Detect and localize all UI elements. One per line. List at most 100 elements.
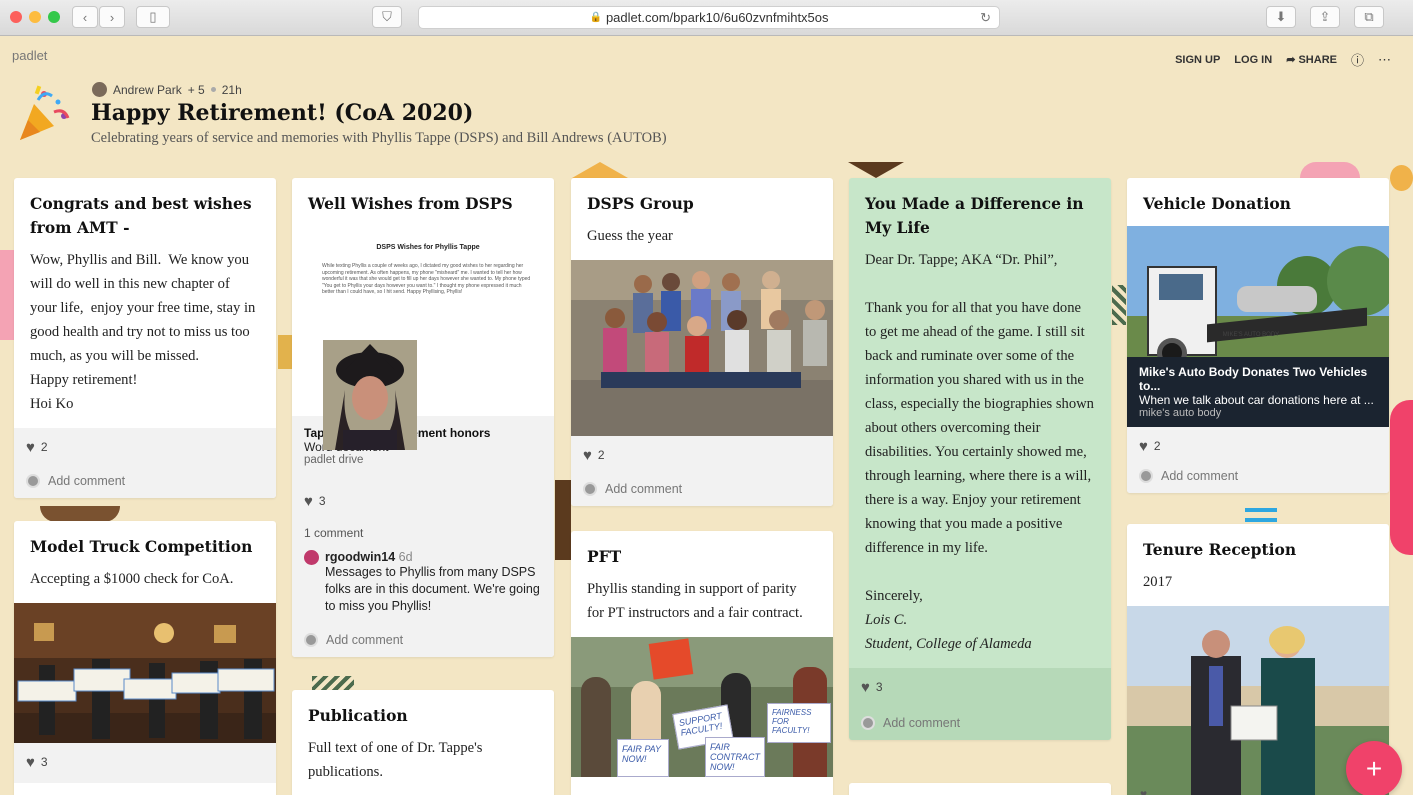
post-card-model-truck[interactable]: Model Truck Competition Accepting a $100… <box>14 521 276 795</box>
check-presentation-photo[interactable] <box>14 603 276 743</box>
decoration-shape <box>555 480 571 560</box>
commenter-avatar <box>304 633 318 647</box>
add-comment-button[interactable]: Add comment <box>583 482 821 496</box>
post-title: Model Truck Competition <box>30 537 253 556</box>
post-card-partial[interactable] <box>849 783 1111 795</box>
like-count: 2 <box>1153 439 1161 453</box>
add-comment-button[interactable]: Add comment <box>1139 469 1377 483</box>
link-source: mike's auto body <box>1139 407 1222 419</box>
post-title: DSPS Group <box>587 194 694 213</box>
decoration-blob <box>1300 162 1360 178</box>
lock-icon: 🔒 <box>589 12 602 23</box>
heart-icon[interactable]: ♥ <box>861 679 870 696</box>
commenter-avatar[interactable] <box>304 550 319 565</box>
post-footer: ♥ 3 1 comment rgoodwin14 6d Messages to P… <box>292 474 554 657</box>
heart-icon[interactable]: ♥ <box>1140 787 1147 795</box>
signup-button[interactable]: SIGN UP <box>1175 54 1220 66</box>
share-icon: ⇪ <box>1319 9 1331 24</box>
heart-icon[interactable]: ♥ <box>1139 438 1148 455</box>
comment-count[interactable]: 1 comment <box>304 526 542 540</box>
add-comment-label: Add comment <box>883 716 961 730</box>
padlet-age: 21h <box>221 82 242 97</box>
forward-button[interactable]: › <box>99 6 125 28</box>
add-comment-button[interactable]: Add comment <box>26 474 264 488</box>
post-title: Publication <box>308 706 408 725</box>
reload-icon[interactable]: ↻ <box>980 10 991 26</box>
tabs-overview-button[interactable]: ⧉ <box>1354 6 1384 28</box>
vehicle-link-preview[interactable]: MIKE'S AUTO BODY Mike's Auto Body Donate… <box>1127 226 1389 427</box>
post-card-pft[interactable]: PFT Phyllis standing in support of parit… <box>571 531 833 795</box>
login-button[interactable]: LOG IN <box>1234 54 1272 66</box>
link-title: Mike's Auto Body Donates Two Vehicles to… <box>1139 365 1368 393</box>
post-signature: Lois C. Student, College of Alameda <box>865 612 1032 652</box>
page-title: Happy Retirement! (CoA 2020) <box>91 100 474 126</box>
post-body: 2017 <box>1143 574 1173 590</box>
decoration-shape <box>278 335 292 369</box>
sidebar-icon: ▯ <box>149 9 157 24</box>
pft-rally-photo[interactable]: SUPPORT FACULTY! FAIRNESS FOR FACULTY! F… <box>571 637 833 777</box>
post-title: You Made a Difference in My Life <box>865 194 1084 237</box>
sign-fair-pay-now: FAIR PAY NOW! <box>617 739 669 777</box>
like-count: 2 <box>597 448 605 462</box>
heart-icon[interactable]: ♥ <box>26 754 35 771</box>
add-comment-label: Add comment <box>326 633 404 647</box>
author-name[interactable]: Andrew Park <box>113 83 182 97</box>
post-card-dsps-group[interactable]: DSPS Group Guess the year ♥ 2 Add comment <box>571 178 833 506</box>
more-icon[interactable]: ⋯ <box>1378 52 1391 68</box>
heart-icon[interactable]: ♥ <box>583 447 592 464</box>
post-title: Vehicle Donation <box>1143 194 1291 213</box>
document-preview[interactable]: DSPS Wishes for Phyllis Tappe While text… <box>292 216 554 450</box>
heart-icon[interactable]: ♥ <box>26 439 35 456</box>
share-button[interactable]: ➦ SHARE <box>1286 53 1337 66</box>
decoration-shape <box>0 250 14 340</box>
address-bar[interactable]: 🔒 padlet.com/bpark10/6u60zvnfmihtx5os ↻ <box>418 6 1000 29</box>
chevron-right-icon: › <box>109 9 115 25</box>
shield-icon: ⛉ <box>382 9 392 24</box>
share-arrow-icon: ➦ <box>1286 54 1299 66</box>
decoration-shape <box>1390 400 1413 555</box>
close-window-button[interactable] <box>10 11 22 23</box>
window-controls <box>10 11 60 23</box>
post-body: Dear Dr. Tappe; AKA “Dr. Phil”, Thank yo… <box>865 252 1094 604</box>
sign-fair-contract-now: FAIR CONTRACT NOW! <box>705 737 765 777</box>
chevron-left-icon: ‹ <box>82 9 88 25</box>
padlet-logo[interactable]: padlet <box>12 48 47 63</box>
author-avatar[interactable] <box>92 82 107 97</box>
party-popper-icon <box>20 85 70 140</box>
privacy-report-button[interactable]: ⛉ <box>372 6 402 28</box>
sidebar-toggle-button[interactable]: ▯ <box>136 6 170 28</box>
comment: rgoodwin14 6d Messages to Phyllis from m… <box>304 550 542 615</box>
header-nav: SIGN UP LOG IN ➦ SHARE ⓘ ⋯ <box>1175 50 1391 69</box>
add-comment-label: Add comment <box>605 482 683 496</box>
commenter-avatar <box>861 716 875 730</box>
post-card-made-a-difference[interactable]: You Made a Difference in My Life Dear Dr… <box>849 178 1111 740</box>
post-title: Well Wishes from DSPS <box>308 194 513 213</box>
download-icon: ⬇ <box>1275 9 1287 24</box>
browser-toolbar: ‹ › ▯ ⛉ 🔒 padlet.com/bpark10/6u60zvnfmih… <box>0 0 1413 36</box>
commenter-avatar <box>1139 469 1153 483</box>
add-comment-button[interactable]: Add comment <box>861 716 1099 730</box>
post-footer: ♥ 2 Add comment <box>571 436 833 506</box>
minimize-window-button[interactable] <box>29 11 41 23</box>
post-card-dsps-wishes[interactable]: Well Wishes from DSPS DSPS Wishes for Ph… <box>292 178 554 657</box>
commenter-name[interactable]: rgoodwin14 <box>325 550 395 564</box>
add-post-button[interactable]: + <box>1346 741 1402 795</box>
document-text: While texting Phyllis a couple of weeks … <box>322 263 531 295</box>
help-icon[interactable]: ⓘ <box>1351 50 1364 69</box>
decoration-blob <box>1390 165 1413 191</box>
post-title: PFT <box>587 547 622 566</box>
post-card-vehicle-donation[interactable]: Vehicle Donation MIKE'S AUTO BODY Mike's… <box>1127 178 1389 493</box>
padlet-header: padlet SIGN UP LOG IN ➦ SHARE ⓘ ⋯ Andrew… <box>0 36 1413 166</box>
collaborators-count[interactable]: + 5 <box>188 83 205 97</box>
maximize-window-button[interactable] <box>48 11 60 23</box>
share-browser-button[interactable]: ⇪ <box>1310 6 1340 28</box>
downloads-button[interactable]: ⬇ <box>1266 6 1296 28</box>
back-button[interactable]: ‹ <box>72 6 98 28</box>
add-comment-button[interactable]: Add comment <box>304 633 542 647</box>
post-card-congrats-amt[interactable]: Congrats and best wishes from AMT - Wow,… <box>14 178 276 498</box>
post-card-publication[interactable]: Publication Full text of one of Dr. Tapp… <box>292 690 554 795</box>
heart-icon[interactable]: ♥ <box>304 493 313 510</box>
dsps-group-photo[interactable] <box>571 260 833 436</box>
like-count: 2 <box>40 440 48 454</box>
post-footer: ♥ 3 Add comment <box>849 668 1111 740</box>
